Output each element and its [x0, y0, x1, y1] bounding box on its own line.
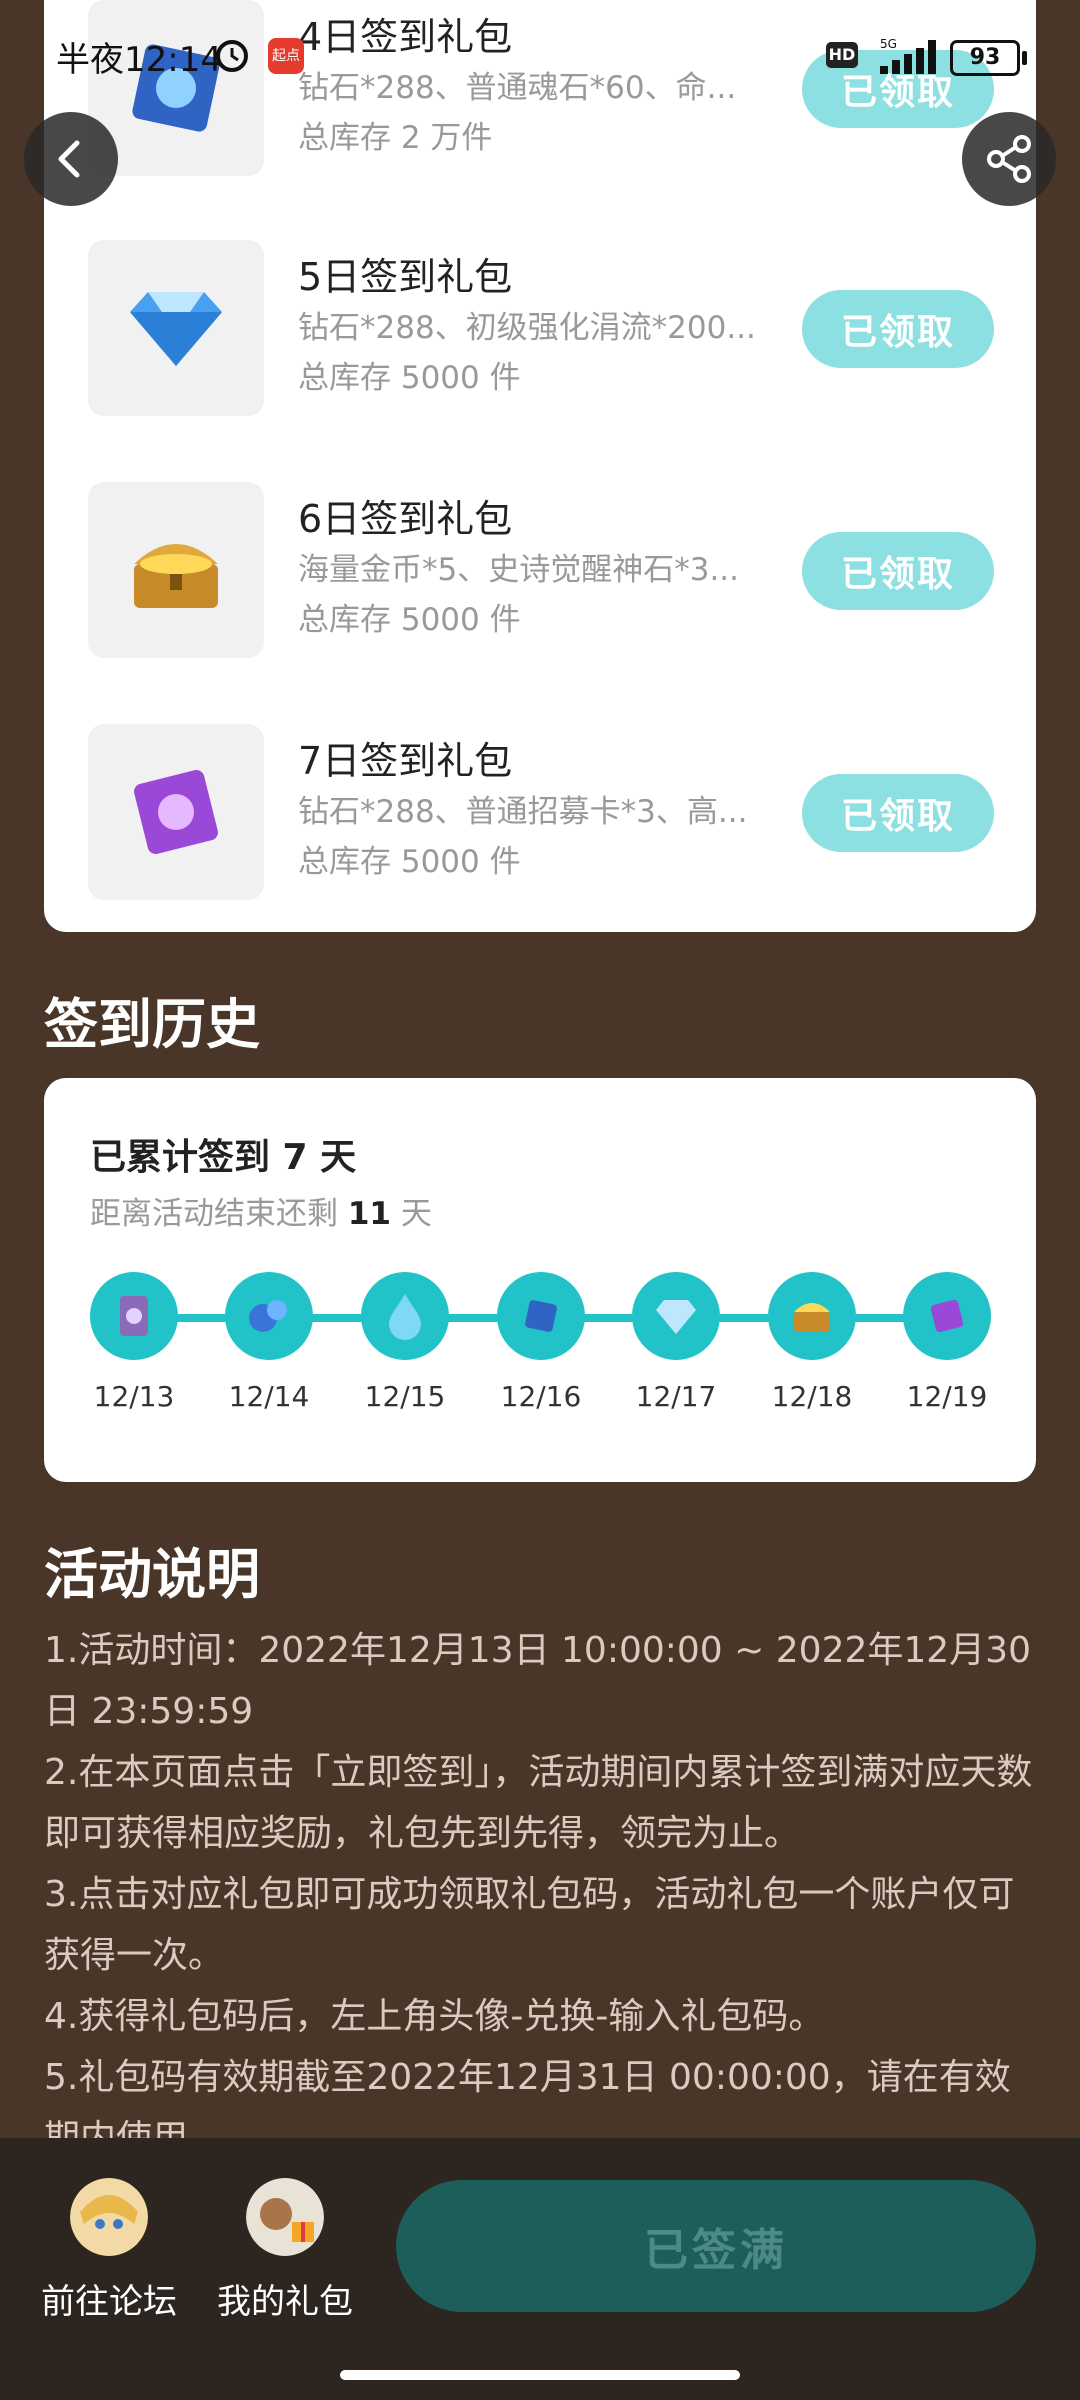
claimed-button[interactable]: 已领取 [802, 774, 994, 852]
day-reward-dot [361, 1272, 449, 1360]
timeline-date: 12/19 [906, 1380, 988, 1413]
gift-stock: 总库存 5000 件 [298, 360, 521, 396]
claimed-button[interactable]: 已领取 [802, 290, 994, 368]
chevron-left-icon [58, 140, 80, 178]
rule-item: 4.获得礼包码后，左上角头像-兑换-输入礼包码。 [44, 1996, 825, 2037]
gift-thumb [88, 724, 264, 900]
gift-list-card: 4日签到礼包 钻石*288、普通魂石*60、命... 总库存 2 万件 已领取 … [44, 0, 1036, 932]
app-notification-icon: 起点 [268, 38, 304, 74]
timeline-date: 12/13 [93, 1380, 175, 1413]
day-reward-dot [225, 1272, 313, 1360]
alarm-icon [216, 40, 248, 72]
gift-desc: 海量金币*5、史诗觉醒神石*3... [298, 552, 740, 588]
water-drop-icon [389, 1294, 421, 1340]
gift-row-day6[interactable]: 6日签到礼包 海量金币*5、史诗觉醒神石*3... 总库存 5000 件 已领取 [44, 482, 1036, 662]
signal-icon: 5G [880, 37, 936, 74]
timeline-date: 12/18 [771, 1380, 853, 1413]
blue-card-icon [525, 1300, 557, 1332]
day-reward-dot [497, 1272, 585, 1360]
day-reward-dot [903, 1272, 991, 1360]
forum-label: 前往论坛 [41, 2282, 177, 2322]
rules-section-title: 活动说明 [44, 1543, 260, 1606]
forum-avatar [70, 2178, 148, 2256]
timeline-day: 12/15 [345, 1272, 465, 1413]
timeline-date: 12/17 [635, 1380, 717, 1413]
home-indicator[interactable] [340, 2370, 740, 2380]
rule-item: 3.点击对应礼包即可成功领取礼包码，活动礼包一个账户仅可获得一次。 [44, 1874, 1015, 1976]
history-card: 已累计签到 7 天 距离活动结束还剩 11 天 12/13 12/14 12/1… [44, 1078, 1036, 1482]
bottom-action-bar: 前往论坛 我的礼包 已签满 [0, 2138, 1080, 2400]
timeline-day: 12/18 [752, 1272, 872, 1413]
purple-card-icon [930, 1299, 964, 1333]
status-time: 半夜12:14 [56, 40, 222, 80]
timeline-day: 12/13 [74, 1272, 194, 1413]
rules-text: 1.活动时间：2022年12月13日 10:00:00 ~ 2022年12月30… [44, 1620, 1034, 2169]
gift-thumb [88, 482, 264, 658]
purple-card-icon [134, 770, 218, 854]
back-button[interactable] [24, 112, 118, 206]
forum-link[interactable]: 前往论坛 [34, 2178, 184, 2323]
status-bar: 半夜12:14 起点 HD 5G 93 [0, 0, 1080, 110]
timeline-date: 12/16 [500, 1380, 582, 1413]
gift-row-day5[interactable]: 5日签到礼包 钻石*288、初级强化涓流*200... 总库存 5000 件 已… [44, 240, 1036, 420]
rule-item: 2.在本页面点击「立即签到」，活动期间内累计签到满对应天数即可获得相应奖励，礼包… [44, 1752, 1033, 1854]
hd-icon: HD [826, 42, 858, 68]
diamond-icon [130, 292, 222, 366]
share-button[interactable] [962, 112, 1056, 206]
soul-stone-icon [249, 1300, 287, 1332]
timeline-day: 12/19 [887, 1272, 1007, 1413]
gift-title: 7日签到礼包 [298, 739, 513, 783]
gift-thumb [88, 240, 264, 416]
gift-stock: 总库存 5000 件 [298, 602, 521, 638]
my-gifts-link[interactable]: 我的礼包 [210, 2178, 360, 2323]
signed-full-button[interactable]: 已签满 [396, 2180, 1036, 2312]
day-reward-dot [632, 1272, 720, 1360]
timeline-date: 12/14 [228, 1380, 310, 1413]
history-section-title: 签到历史 [44, 993, 260, 1056]
day-reward-dot [90, 1272, 178, 1360]
my-gifts-label: 我的礼包 [217, 2282, 353, 2322]
diamond-icon [656, 1300, 696, 1334]
my-gifts-avatar [246, 2178, 324, 2256]
day-reward-dot [768, 1272, 856, 1360]
gift-desc: 钻石*288、普通招募卡*3、高... [298, 794, 748, 830]
gift-row-day7[interactable]: 7日签到礼包 钻石*288、普通招募卡*3、高... 总库存 5000 件 已领… [44, 724, 1036, 904]
days-remaining: 距离活动结束还剩 11 天 [90, 1196, 432, 1232]
timeline-day: 12/14 [209, 1272, 329, 1413]
battery-icon: 93 [950, 40, 1027, 76]
treasure-chest-icon [794, 1303, 830, 1332]
timeline-date: 12/15 [364, 1380, 446, 1413]
cumulative-days: 已累计签到 7 天 [90, 1137, 357, 1178]
network-label: 5G [880, 37, 897, 51]
summon-card-icon [120, 1296, 148, 1336]
timeline-day: 12/17 [616, 1272, 736, 1413]
gift-stock: 总库存 5000 件 [298, 844, 521, 880]
claimed-button[interactable]: 已领取 [802, 532, 994, 610]
gift-stock: 总库存 2 万件 [298, 120, 493, 156]
rule-item: 1.活动时间：2022年12月13日 10:00:00 ~ 2022年12月30… [44, 1630, 1031, 1732]
gift-title: 6日签到礼包 [298, 497, 513, 541]
timeline-day: 12/16 [481, 1272, 601, 1413]
share-icon [987, 135, 1031, 183]
gift-title: 5日签到礼包 [298, 255, 513, 299]
treasure-chest-icon [134, 544, 218, 608]
gift-desc: 钻石*288、初级强化涓流*200... [298, 310, 756, 346]
